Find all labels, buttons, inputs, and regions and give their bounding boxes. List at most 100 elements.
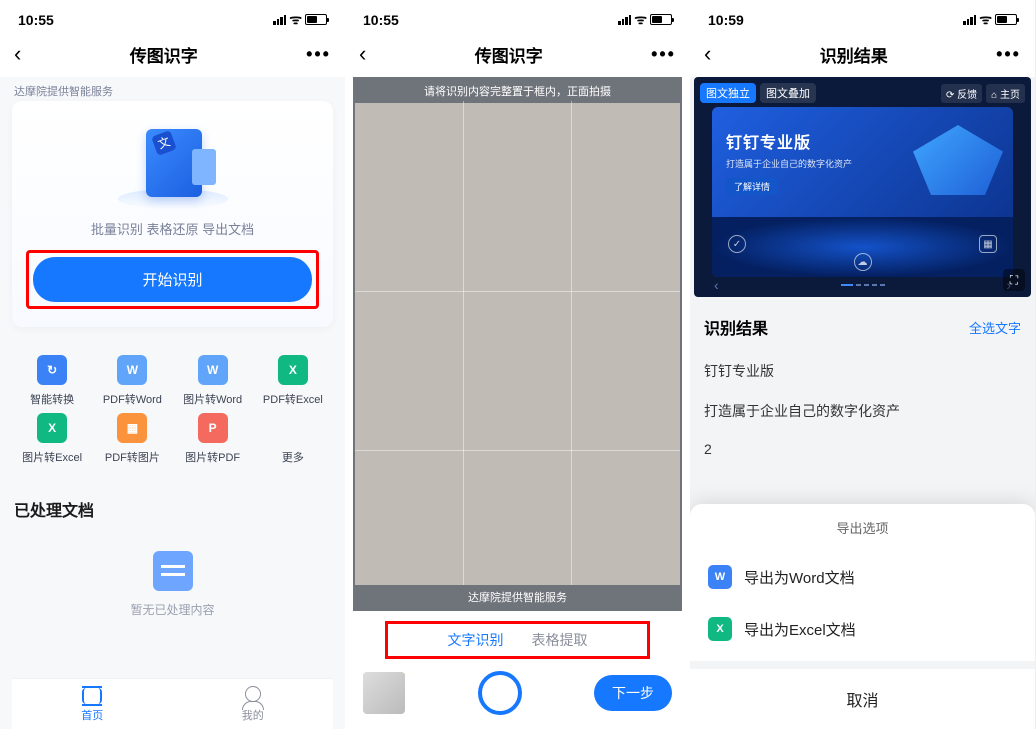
promo-subtitle: 打造属于企业自己的数字化资产 (726, 157, 852, 170)
status-bar: 10:55 ᯤ (0, 0, 345, 33)
preview-panel: 图文独立 图文叠加 ⟳ 反馈 ⌂ 主页 ✓ ▦ ☁ 钉钉专业版 打造属于企业自己… (694, 77, 1031, 297)
screen-result: 10:59 ᯤ ‹ 识别结果 ••• 图文独立 图文叠加 ⟳ 反馈 ⌂ 主页 (690, 0, 1035, 729)
tool-pdf-to-excel[interactable]: XPDF转Excel (253, 355, 333, 407)
screen-camera: 10:55 ᯤ ‹ 传图识字 ••• 请将识别内容完整置于框内，正面拍摄 达摩院… (345, 0, 690, 729)
tool-pdf-to-word[interactable]: WPDF转Word (92, 355, 172, 407)
camera-hint: 请将识别内容完整置于框内，正面拍摄 (355, 79, 680, 103)
empty-state: 暂无已处理内容 (12, 539, 333, 618)
export-word[interactable]: W 导出为Word文档 (690, 551, 1035, 603)
grid-icon: ▦ (979, 235, 997, 253)
bottom-tabbar: 首页 我的 (12, 678, 333, 729)
tool-more[interactable]: 更多 (253, 413, 333, 465)
shutter-button[interactable] (478, 671, 522, 715)
promo-button: 了解详情 (726, 178, 778, 195)
back-button[interactable]: ‹ (704, 41, 711, 67)
signal-icon (273, 15, 286, 25)
mode-tabs: 文字识别 表格提取 (385, 621, 650, 659)
tab-home[interactable]: 首页 (12, 679, 173, 729)
select-all-link[interactable]: 全选文字 (969, 318, 1021, 337)
image-icon: ▦ (117, 413, 147, 443)
card-illustration (118, 119, 228, 209)
status-bar: 10:55 ᯤ (345, 0, 690, 33)
pdf-icon: P (198, 413, 228, 443)
shield-icon: ✓ (728, 235, 746, 253)
tool-pdf-to-img[interactable]: ▦PDF转图片 (92, 413, 172, 465)
page-title: 传图识字 (130, 42, 198, 67)
battery-icon (650, 14, 672, 25)
export-sheet: 导出选项 W 导出为Word文档 X 导出为Excel文档 取消 (690, 504, 1035, 729)
tool-img-to-word[interactable]: W图片转Word (173, 355, 253, 407)
cancel-button[interactable]: 取消 (690, 661, 1035, 729)
processed-title: 已处理文档 (12, 495, 333, 539)
document-icon (153, 551, 193, 591)
camera-controls: 1 下一步 (345, 659, 690, 729)
signal-icon (618, 15, 631, 25)
feedback-link[interactable]: ⟳ 反馈 (941, 84, 982, 103)
tab-table-extract[interactable]: 表格提取 (532, 630, 588, 650)
pill-independent[interactable]: 图文独立 (700, 83, 756, 103)
result-line[interactable]: 打造属于企业自己的数字化资产 (704, 391, 1021, 431)
more-button[interactable]: ••• (996, 44, 1021, 65)
screen-home: 10:55 ᯤ ‹ 传图识字 ••• 达摩院提供智能服务 批量识别 表格还原 导… (0, 0, 345, 729)
word-icon: W (708, 565, 732, 589)
preview-pager: ‹ › (694, 277, 1031, 293)
back-button[interactable]: ‹ (14, 41, 21, 67)
tool-smart-convert[interactable]: ↻智能转换 (12, 355, 92, 407)
pager-prev[interactable]: ‹ (714, 277, 719, 293)
tool-img-to-pdf[interactable]: P图片转PDF (173, 413, 253, 465)
page-title: 识别结果 (820, 42, 888, 67)
promo-title: 钉钉专业版 (726, 129, 852, 153)
signal-icon (963, 15, 976, 25)
back-button[interactable]: ‹ (359, 41, 366, 67)
camera-provider: 达摩院提供智能服务 (355, 585, 680, 609)
expand-button[interactable]: ⛶ (1003, 269, 1025, 291)
user-icon (242, 687, 264, 705)
camera-viewfinder[interactable]: 请将识别内容完整置于框内，正面拍摄 达摩院提供智能服务 (353, 77, 682, 611)
tool-img-to-excel[interactable]: X图片转Excel (12, 413, 92, 465)
recognized-image: ✓ ▦ ☁ 钉钉专业版 打造属于企业自己的数字化资产 了解详情 (712, 107, 1013, 277)
next-button[interactable]: 下一步 (594, 675, 672, 711)
pill-overlay[interactable]: 图文叠加 (760, 83, 816, 103)
convert-icon: ↻ (37, 355, 67, 385)
result-heading: 识别结果 (704, 315, 768, 339)
highlight-frame: 开始识别 (26, 250, 319, 309)
battery-icon (305, 14, 327, 25)
tab-me[interactable]: 我的 (173, 679, 334, 729)
start-recognize-button[interactable]: 开始识别 (33, 257, 312, 302)
status-time: 10:55 (363, 12, 399, 28)
status-time: 10:55 (18, 12, 54, 28)
card-subtitle: 批量识别 表格还原 导出文档 (91, 219, 254, 238)
export-excel[interactable]: X 导出为Excel文档 (690, 603, 1035, 655)
provider-badge: 达摩院提供智能服务 (12, 77, 333, 101)
scan-icon (81, 687, 103, 705)
tools-grid: ↻智能转换 WPDF转Word W图片转Word XPDF转Excel X图片转… (12, 355, 333, 465)
start-card: 批量识别 表格还原 导出文档 开始识别 (12, 101, 333, 327)
gallery-thumbnail[interactable]: 1 (363, 672, 405, 714)
wifi-icon: ᯤ (289, 10, 302, 29)
nav-bar: ‹ 传图识字 ••• (0, 33, 345, 77)
word-icon: W (198, 355, 228, 385)
home-link[interactable]: ⌂ 主页 (986, 84, 1025, 103)
more-button[interactable]: ••• (651, 44, 676, 65)
status-icons: ᯤ (273, 10, 327, 29)
status-icons: ᯤ (963, 10, 1017, 29)
result-line[interactable]: 2 (704, 431, 1021, 467)
wifi-icon: ᯤ (979, 10, 992, 29)
empty-text: 暂无已处理内容 (130, 601, 214, 618)
word-icon: W (117, 355, 147, 385)
more-button[interactable]: ••• (306, 44, 331, 65)
result-line[interactable]: 钉钉专业版 (704, 351, 1021, 391)
tab-text-recognize[interactable]: 文字识别 (448, 630, 504, 650)
page-title: 传图识字 (475, 42, 543, 67)
status-icons: ᯤ (618, 10, 672, 29)
nav-bar: ‹ 识别结果 ••• (690, 33, 1035, 77)
excel-icon: X (37, 413, 67, 443)
wifi-icon: ᯤ (634, 10, 647, 29)
status-bar: 10:59 ᯤ (690, 0, 1035, 33)
thumbnail-badge: 1 (395, 672, 405, 682)
status-time: 10:59 (708, 12, 744, 28)
processed-section: 已处理文档 暂无已处理内容 (12, 495, 333, 618)
battery-icon (995, 14, 1017, 25)
more-icon (278, 413, 308, 443)
excel-icon: X (708, 617, 732, 641)
